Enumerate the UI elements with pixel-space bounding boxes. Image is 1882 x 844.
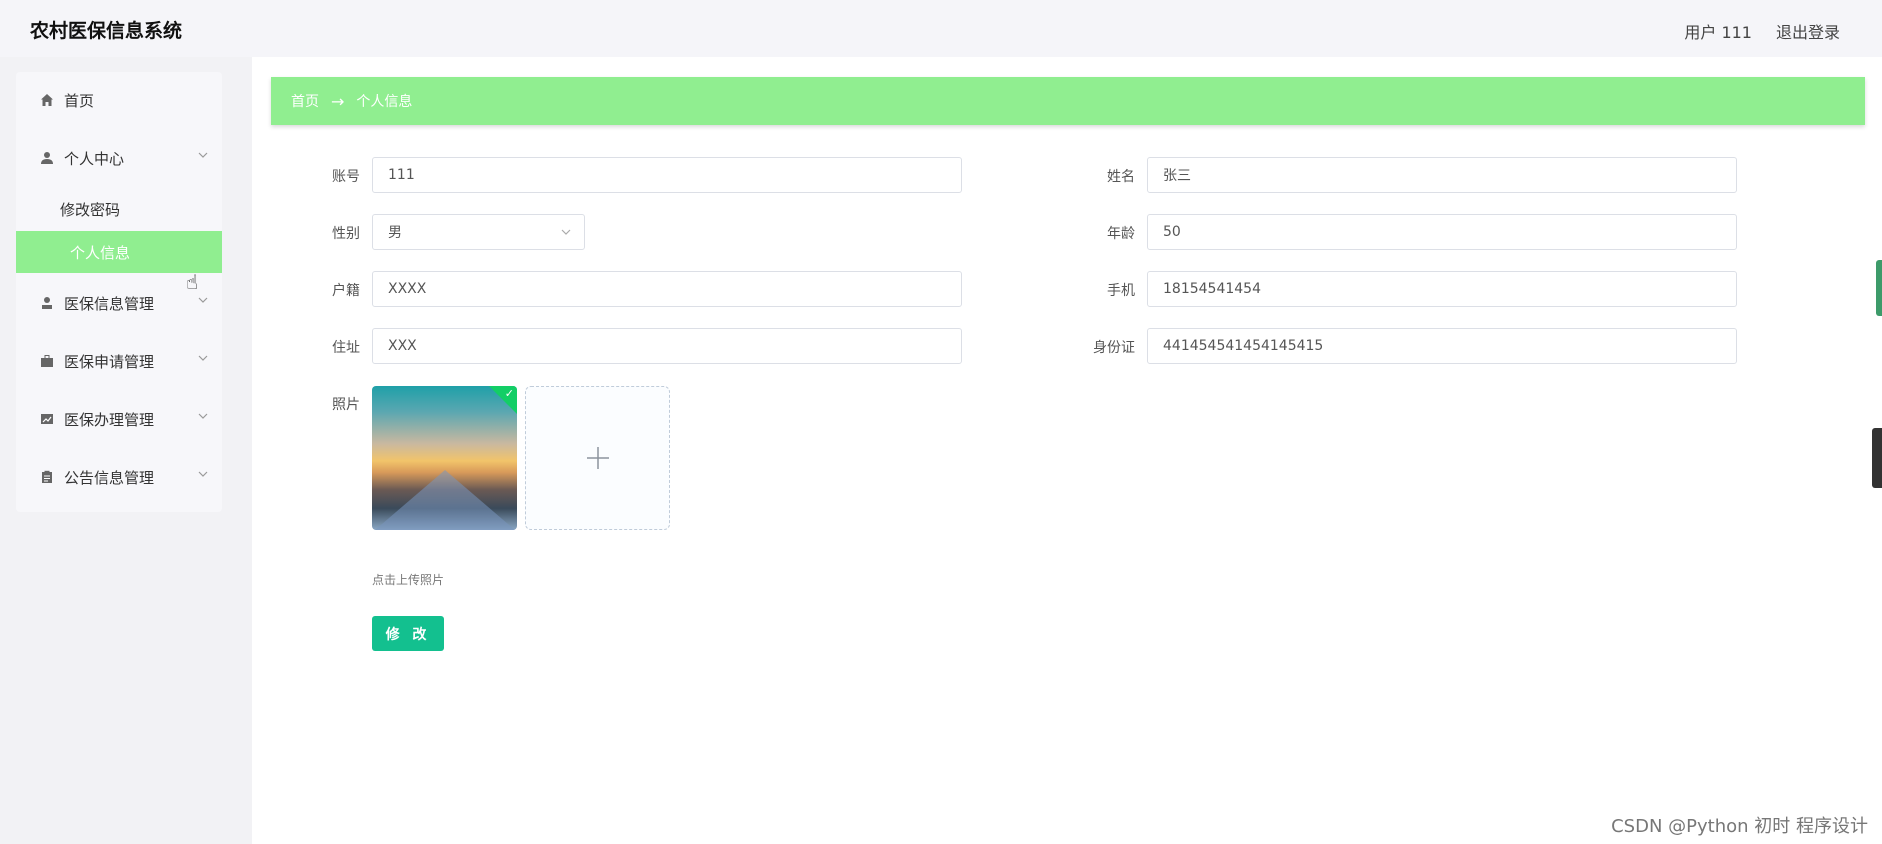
sidebar-item-personal-center[interactable]: 个人中心	[16, 136, 222, 180]
chevron-down-icon	[196, 148, 210, 162]
gender-selected-value: 男	[388, 225, 402, 241]
person-icon	[40, 296, 54, 310]
upload-tip: 点击上传照片	[372, 573, 445, 587]
watermark: CSDN @Python 初时 程序设计	[1611, 816, 1868, 837]
breadcrumb-current: 个人信息	[356, 94, 413, 110]
sidebar-item-label: 医保办理管理	[64, 410, 155, 429]
hukou-field[interactable]: XXXX	[372, 271, 962, 307]
address-field[interactable]: XXX	[372, 328, 962, 364]
breadcrumb: 首页 → 个人信息	[271, 77, 1865, 125]
phone-field[interactable]: 18154541454	[1147, 271, 1737, 307]
sidebar-item-personal-info[interactable]: 个人信息	[16, 231, 222, 273]
user-icon	[40, 151, 54, 165]
pointer-hand-icon: ☝	[186, 270, 199, 294]
plus-icon	[586, 447, 609, 469]
age-label: 年龄	[1107, 226, 1135, 242]
idcard-label: 身份证	[1093, 340, 1135, 356]
briefcase-icon	[40, 354, 54, 368]
photo-road	[374, 470, 515, 530]
upload-button[interactable]	[525, 386, 670, 530]
sidebar-item-change-password[interactable]: 修改密码	[16, 188, 222, 230]
chevron-down-icon	[196, 351, 210, 365]
sidebar-item-home[interactable]: 首页	[16, 78, 222, 122]
sidebar-item-label: 个人中心	[64, 149, 125, 168]
account-field[interactable]: 111	[372, 157, 962, 193]
chevron-down-icon	[196, 409, 210, 423]
side-floating-handle[interactable]	[1872, 428, 1882, 488]
gender-label: 性别	[332, 226, 360, 242]
sidebar-item-notice[interactable]: 公告信息管理	[16, 455, 222, 499]
hukou-label: 户籍	[332, 283, 360, 299]
uploaded-photo[interactable]: ✓	[372, 386, 517, 530]
name-field[interactable]: 张三	[1147, 157, 1737, 193]
sidebar-item-label: 医保信息管理	[64, 294, 155, 313]
sidebar-item-label: 修改密码	[60, 200, 121, 219]
photo-label: 照片	[332, 397, 360, 413]
top-bar: 农村医保信息系统 用户 111 退出登录	[0, 0, 1882, 57]
sidebar-item-insurance-process[interactable]: 医保办理管理	[16, 397, 222, 441]
sidebar-item-label: 公告信息管理	[64, 468, 155, 487]
submit-button[interactable]: 修 改	[372, 616, 444, 651]
chart-icon	[40, 412, 54, 426]
logout-link[interactable]: 退出登录	[1776, 19, 1840, 43]
chevron-down-icon	[196, 293, 210, 307]
phone-label: 手机	[1107, 283, 1135, 299]
chevron-down-icon	[560, 226, 572, 238]
name-label: 姓名	[1107, 169, 1135, 185]
sidebar-item-label: 医保申请管理	[64, 352, 155, 371]
arrow-right-icon: →	[331, 91, 345, 111]
check-icon: ✓	[504, 387, 514, 400]
gender-select[interactable]: 男	[372, 214, 585, 250]
clipboard-icon	[40, 470, 54, 484]
current-user: 用户 111	[1684, 23, 1752, 42]
age-field[interactable]: 50	[1147, 214, 1737, 250]
sidebar-item-label: 首页	[64, 91, 95, 110]
app-title: 农村医保信息系统	[30, 20, 183, 42]
idcard-field[interactable]: 441454541454145415	[1147, 328, 1737, 364]
address-label: 住址	[332, 340, 360, 356]
breadcrumb-home[interactable]: 首页	[291, 91, 319, 111]
chevron-down-icon	[196, 467, 210, 481]
side-floating-tab[interactable]	[1876, 260, 1882, 316]
sidebar-item-insurance-apply[interactable]: 医保申请管理	[16, 339, 222, 383]
home-icon	[40, 93, 54, 107]
account-label: 账号	[332, 169, 360, 185]
sidebar-item-label: 个人信息	[70, 243, 131, 262]
